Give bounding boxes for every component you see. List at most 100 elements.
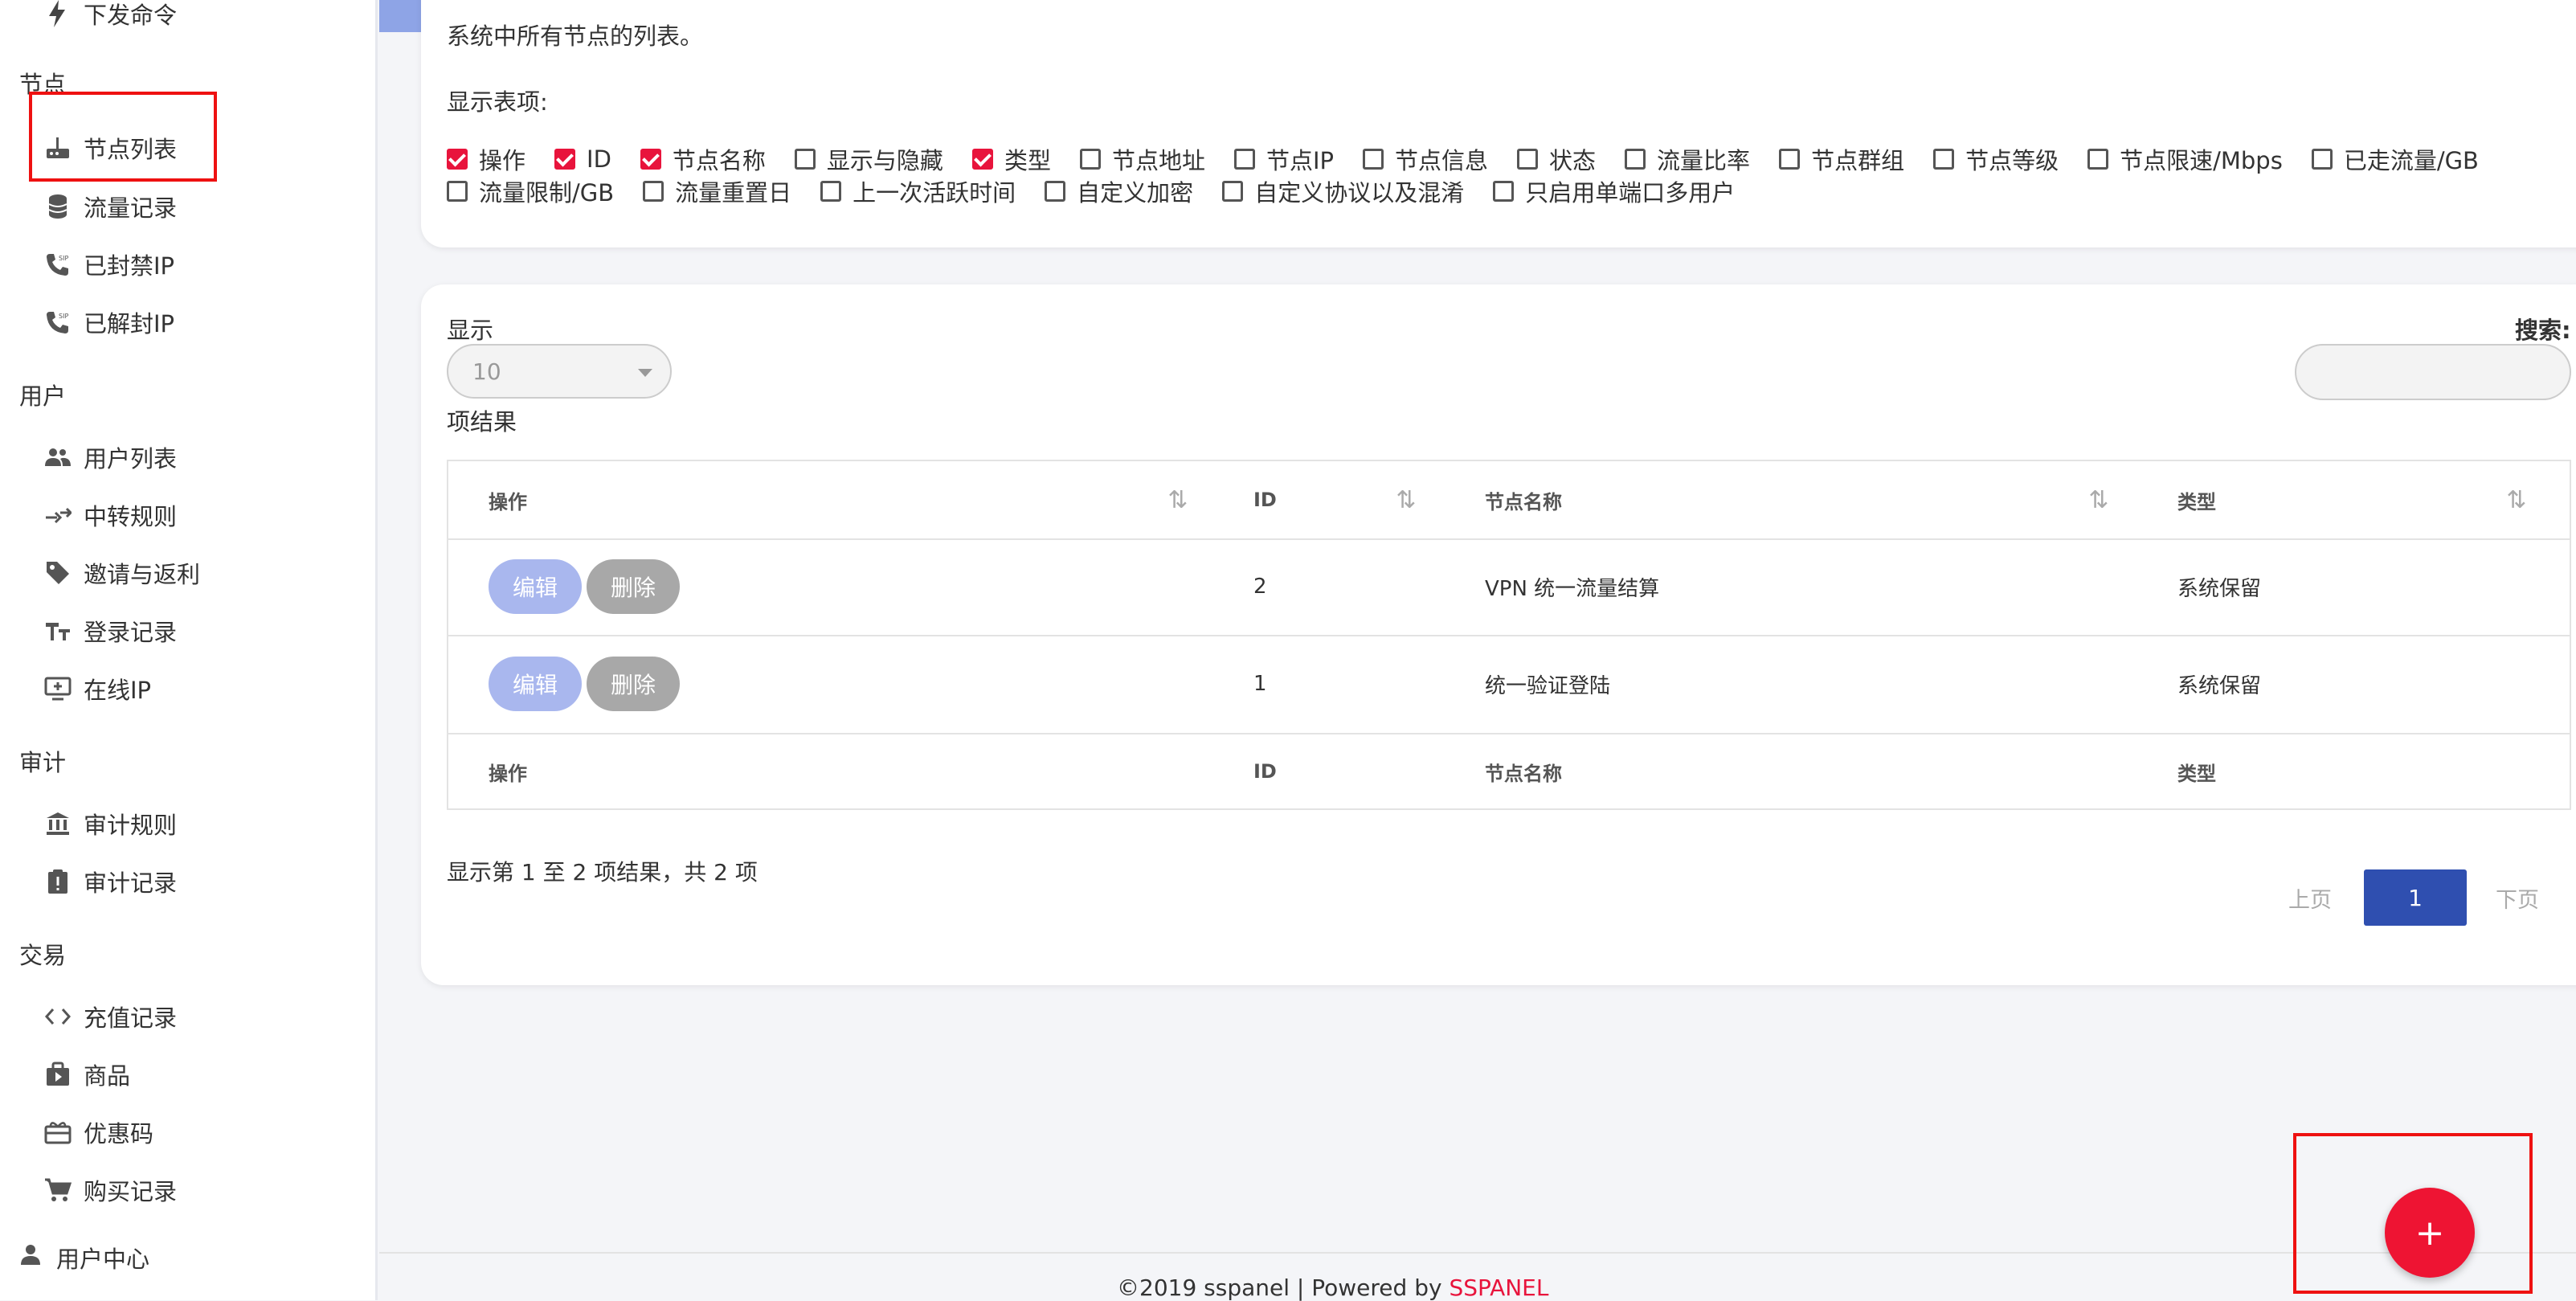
router-icon (42, 132, 74, 164)
column-toggle[interactable]: 流量限制/GB (447, 174, 614, 208)
sidebar-item-traffic-log[interactable]: 流量记录 (42, 186, 177, 227)
column-header[interactable]: 节点名称 (1485, 461, 1562, 538)
edit-button[interactable]: 编辑 (489, 559, 582, 614)
sidebar-item-banned-ip[interactable]: SIP 已封禁IP (42, 244, 174, 284)
column-toggle[interactable]: 自定义加密 (1045, 174, 1193, 208)
database-icon (42, 190, 74, 223)
column-toggle[interactable]: 状态 (1517, 142, 1596, 176)
sidebar-item-login-log[interactable]: 登录记录 (42, 611, 177, 651)
checkbox[interactable] (971, 149, 993, 170)
checkbox[interactable] (1045, 181, 1066, 202)
sidebar-item-audit-rules[interactable]: 审计规则 (42, 804, 177, 844)
edit-button[interactable]: 编辑 (489, 657, 582, 711)
sidebar-item-invite-rebate[interactable]: 邀请与返利 (42, 553, 200, 593)
sidebar-item-user-list[interactable]: 用户列表 (42, 437, 177, 477)
checkbox[interactable] (1779, 149, 1801, 170)
cart-icon (42, 1174, 74, 1206)
column-toggle[interactable]: 节点地址 (1079, 142, 1205, 176)
checkbox[interactable] (820, 181, 842, 202)
sidebar-item-label: 下发命令 (84, 2, 178, 29)
sidebar-item-online-ip[interactable]: 在线IP (42, 669, 151, 709)
sort-icon[interactable]: ⇅ (2084, 485, 2113, 514)
column-header[interactable]: 操作 (489, 461, 527, 538)
table-row: 编辑 删除 1 统一验证登陆 系统保留 (448, 635, 2570, 734)
checkbox[interactable] (1233, 149, 1255, 170)
column-toggle[interactable]: 流量比率 (1625, 142, 1750, 176)
checkbox[interactable] (447, 181, 468, 202)
footer-brand-link[interactable]: SSPANEL (1449, 1274, 1548, 1301)
checkbox[interactable] (2311, 149, 2333, 170)
checkbox[interactable] (1222, 181, 1244, 202)
column-toggle[interactable]: 节点名称 (640, 142, 766, 176)
sidebar-item-products[interactable]: 商品 (42, 1054, 130, 1094)
search-input[interactable] (2295, 344, 2571, 400)
code-icon (42, 1000, 74, 1033)
checkbox[interactable] (447, 149, 468, 170)
column-toggle[interactable]: ID (554, 145, 611, 173)
column-toggle[interactable]: 显示与隐藏 (794, 142, 943, 176)
checkbox[interactable] (1363, 149, 1384, 170)
sidebar-item-recharge-log[interactable]: 充值记录 (42, 996, 177, 1037)
checkbox[interactable] (1493, 181, 1515, 202)
page-length-suffix: 项结果 (447, 408, 517, 436)
delete-button[interactable]: 删除 (587, 559, 680, 614)
pagination-prev[interactable]: 上页 (2288, 869, 2332, 926)
checkbox[interactable] (2087, 149, 2109, 170)
column-toggle[interactable]: 节点限速/Mbps (2087, 142, 2283, 176)
column-toggle[interactable]: 节点群组 (1779, 142, 1904, 176)
sidebar-item-send-command[interactable]: 下发命令 (42, 0, 177, 34)
column-toggle[interactable]: 自定义协议以及混淆 (1222, 174, 1464, 208)
sidebar-item-label: 登录记录 (84, 619, 178, 646)
column-header[interactable]: ID (1253, 461, 1277, 538)
checkbox[interactable] (554, 149, 576, 170)
column-toggle[interactable]: 类型 (971, 142, 1051, 176)
sidebar-section-title: 用户 (19, 383, 67, 410)
checkbox[interactable] (1079, 149, 1101, 170)
column-toggle[interactable]: 节点IP (1233, 142, 1334, 176)
tag-icon (42, 557, 74, 589)
cell-name: VPN 统一流量结算 (1485, 576, 1660, 601)
sidebar-item-label: 优惠码 (84, 1120, 154, 1148)
checkbox[interactable] (1517, 149, 1539, 170)
page-length-select[interactable]: 10 (447, 344, 672, 399)
sidebar-item-label: 中转规则 (84, 503, 178, 530)
checkbox[interactable] (1625, 149, 1646, 170)
footer: ©2019 sspanel | Powered by SSPANEL (1117, 1274, 1548, 1301)
row-actions: 编辑 删除 (489, 538, 685, 635)
header-accent (379, 0, 421, 32)
column-toggle[interactable]: 节点信息 (1363, 142, 1488, 176)
sidebar-item-unbanned-ip[interactable]: SIP 已解封IP (42, 302, 174, 342)
column-toggle[interactable]: 已走流量/GB (2311, 142, 2479, 176)
sidebar-item-audit-log[interactable]: 审计记录 (42, 861, 177, 902)
checkbox[interactable] (1933, 149, 1955, 170)
column-toggle[interactable]: 上一次活跃时间 (820, 174, 1016, 208)
sidebar-item-coupons[interactable]: 优惠码 (42, 1112, 153, 1152)
column-toggle[interactable]: 操作 (447, 142, 525, 176)
checkbox[interactable] (640, 149, 661, 170)
sidebar-item-user-center[interactable]: 用户中心 (19, 1238, 149, 1278)
sidebar-item-purchase-log[interactable]: 购买记录 (42, 1170, 177, 1210)
sidebar-item-relay-rules[interactable]: 中转规则 (42, 495, 177, 535)
text-icon (42, 615, 74, 647)
column-toggle[interactable]: 流量重置日 (643, 174, 791, 208)
delete-button[interactable]: 删除 (587, 657, 680, 711)
sidebar-item-label: 在线IP (84, 677, 152, 704)
phone-sip-icon: SIP (42, 248, 74, 280)
clipboard-alert-icon (42, 865, 74, 898)
checkbox[interactable] (794, 149, 816, 170)
sort-icon[interactable]: ⇅ (2502, 485, 2531, 514)
page-length-label: 显示 (447, 317, 494, 344)
sidebar-item-node-list[interactable]: 节点列表 (42, 128, 177, 168)
sort-icon[interactable]: ⇅ (1163, 485, 1192, 514)
page-description: 系统中所有节点的列表。 (447, 23, 704, 50)
lightning-icon (42, 0, 74, 30)
sort-icon[interactable]: ⇅ (1392, 485, 1421, 514)
column-toggle[interactable]: 节点等级 (1933, 142, 2059, 176)
checkbox[interactable] (643, 181, 664, 202)
column-header[interactable]: 类型 (2177, 461, 2216, 538)
column-toggle[interactable]: 只启用单端口多用户 (1493, 174, 1735, 208)
pagination-page[interactable]: 1 (2364, 869, 2467, 926)
pagination-next[interactable]: 下页 (2496, 869, 2539, 926)
table-header: 操作 ⇅ ID ⇅ 节点名称 ⇅ 类型 ⇅ (448, 461, 2570, 540)
add-node-button[interactable]: + (2385, 1188, 2475, 1278)
